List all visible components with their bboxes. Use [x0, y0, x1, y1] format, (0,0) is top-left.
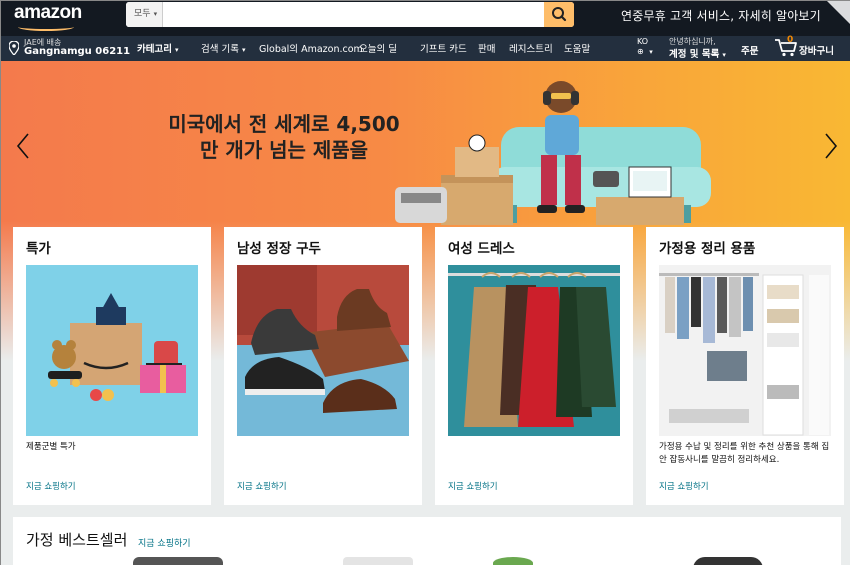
nav-item-search-history[interactable]: 검색 기록 ▾	[201, 41, 246, 55]
shop-now-link[interactable]: 지금 쇼핑하기	[448, 480, 498, 492]
chevron-down-icon: ▾	[649, 48, 653, 56]
search-category-label: 모두	[134, 9, 151, 19]
bestsellers-section: 가정 베스트셀러 지금 쇼핑하기	[13, 517, 841, 565]
card-title: 특가	[26, 241, 51, 257]
hero-title-line1: 미국에서 전 세계로 4,500	[168, 112, 400, 136]
hero-title: 미국에서 전 세계로 4,500 만 개가 넘는 제품을	[164, 111, 404, 163]
chevron-down-icon: ▾	[153, 10, 158, 18]
bestseller-item[interactable]	[693, 557, 763, 565]
nav-item-gift-cards[interactable]: 기프트 카드	[420, 41, 467, 55]
delivery-location-value: Gangnamgu 06211	[24, 46, 131, 57]
nav-item-todays-deals[interactable]: 오늘의 딜	[359, 41, 397, 55]
search-category-dropdown[interactable]: 모두 ▾	[126, 2, 163, 27]
cart-label: 장바구니	[799, 46, 834, 57]
bestseller-item[interactable]	[493, 557, 533, 565]
logo-smile-icon	[18, 23, 74, 31]
search-icon	[552, 7, 567, 22]
shop-now-link[interactable]: 지금 쇼핑하기	[659, 480, 709, 492]
card-title: 남성 정장 구두	[237, 241, 321, 257]
nav-item-categories[interactable]: 카테고리 ▾	[137, 41, 178, 55]
globe-icon: ⊕ ▾	[637, 47, 653, 56]
hero-title-line2: 만 개가 넘는 제품을	[199, 138, 369, 162]
nav-item-help[interactable]: 도움말	[564, 41, 590, 55]
dresses-illustration	[448, 265, 620, 436]
corner-fold	[827, 1, 850, 25]
language-code: KO	[637, 37, 649, 46]
nav-item-global[interactable]: Global의 Amazon.com	[259, 41, 363, 55]
cart-count: 0	[787, 35, 794, 45]
search-button[interactable]	[544, 2, 574, 27]
customer-service-promo[interactable]: 연중무휴 고객 서비스, 자세히 알아보기	[621, 7, 821, 24]
deal-card[interactable]: 특가 제품군별 특가 지금 쇼핑하기	[13, 227, 211, 505]
chevron-down-icon: ▾	[241, 46, 246, 54]
bestsellers-shop-link[interactable]: 지금 쇼핑하기	[138, 536, 191, 549]
deals-illustration	[48, 293, 186, 401]
location-pin-icon	[9, 41, 19, 55]
search-bar: 모두 ▾	[126, 2, 574, 27]
top-header: amazon 모두 ▾ 연중무휴 고객 서비스, 자세히 알아보기	[1, 1, 850, 36]
deal-card[interactable]: 가정용 정리 용품 가정용 수납 및 정리를 위한 추천 상품을 통해 집안 잡…	[646, 227, 844, 505]
chevron-down-icon: ▾	[174, 46, 179, 54]
cart-icon	[775, 39, 797, 57]
orders-link[interactable]: 주문	[741, 43, 758, 57]
shop-now-link[interactable]: 지금 쇼핑하기	[237, 480, 287, 492]
account-lists-text: 계정 및 목록	[669, 49, 720, 60]
nav-bar: JAE에 배송 Gangnamgu 06211 카테고리 ▾ 검색 기록 ▾ Glo…	[1, 35, 850, 61]
mens-shoes-image[interactable]	[237, 265, 409, 436]
home-organization-image[interactable]	[659, 265, 831, 436]
bestseller-item[interactable]	[343, 557, 413, 565]
card-title: 여성 드레스	[448, 241, 515, 257]
deal-card[interactable]: 남성 정장 구두 지금 쇼핑하기	[224, 227, 422, 505]
womens-dresses-image[interactable]	[448, 265, 620, 436]
bestseller-item[interactable]	[133, 557, 223, 565]
card-title: 가정용 정리 용품	[659, 241, 756, 257]
deals-image[interactable]	[26, 265, 198, 436]
bestsellers-title: 가정 베스트셀러	[26, 531, 128, 549]
search-input[interactable]	[164, 2, 532, 27]
nav-item-label: 검색 기록	[201, 44, 239, 55]
hero-illustration	[395, 81, 711, 225]
nav-item-label: 카테고리	[137, 44, 172, 55]
account-lists-label: 계정 및 목록 ▾	[669, 46, 726, 60]
chevron-down-icon: ▾	[722, 51, 726, 59]
mens-shoes-illustration	[237, 265, 409, 413]
nav-item-sell[interactable]: 판매	[478, 41, 495, 55]
carousel-next-icon[interactable]	[823, 131, 839, 161]
closet-illustration	[659, 265, 831, 436]
card-desc: 제품군별 특가	[26, 442, 76, 452]
card-desc: 가정용 수납 및 정리를 위한 추천 상품을 통해 집안 잡동사니를 말끔히 정…	[659, 442, 830, 465]
nav-item-registry[interactable]: 레지스트리	[509, 41, 553, 55]
shop-now-link[interactable]: 지금 쇼핑하기	[26, 480, 76, 492]
deal-card[interactable]: 여성 드레스 지금 쇼핑하기	[435, 227, 633, 505]
carousel-prev-icon[interactable]	[15, 131, 31, 161]
amazon-logo[interactable]: amazon	[14, 2, 82, 24]
